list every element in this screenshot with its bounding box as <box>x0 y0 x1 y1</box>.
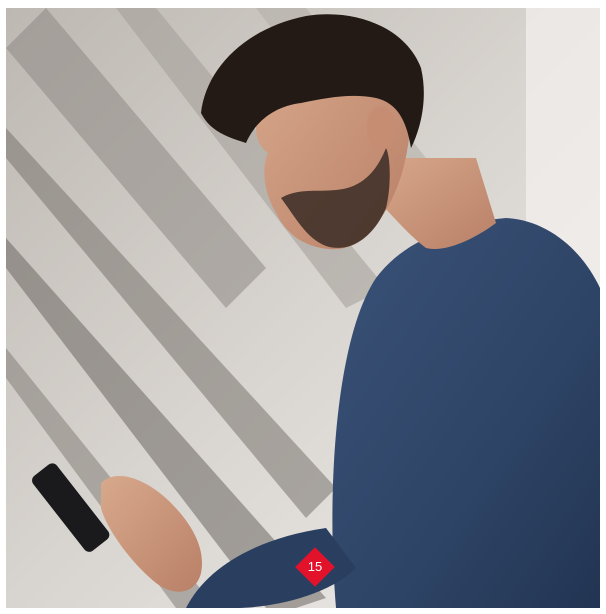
photo-frame: 15 <box>6 8 600 608</box>
photo-illustration <box>6 8 600 608</box>
page-number-label: 15 <box>307 559 323 574</box>
page-number-badge: 15 <box>295 547 335 587</box>
ear <box>367 106 395 150</box>
